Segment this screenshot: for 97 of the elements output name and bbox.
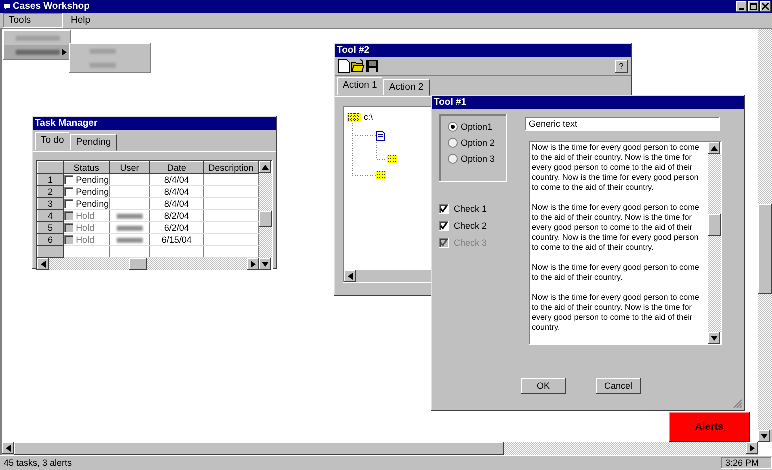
checkbox[interactable]: Check 2 — [439, 221, 507, 231]
radio-button[interactable]: Option 2 — [448, 138, 506, 148]
radio-icon[interactable] — [448, 138, 458, 148]
scroll-left-icon[interactable] — [2, 442, 14, 454]
document-icon[interactable] — [376, 131, 385, 141]
status-text: Pending — [76, 198, 110, 208]
scroll-up-icon[interactable] — [708, 142, 720, 154]
scrollbar-thumb[interactable] — [129, 258, 147, 270]
column-header[interactable]: User — [110, 162, 150, 174]
window-title: Cases Workshop — [13, 1, 90, 12]
status-text: Pending — [76, 186, 110, 196]
blurred-text — [16, 36, 60, 40]
app-icon — [3, 2, 11, 10]
menu-item[interactable]: Help — [66, 14, 126, 27]
date-cell: 8/4/04 — [150, 174, 204, 186]
row-number: 3 — [38, 198, 64, 210]
scroll-right-icon[interactable] — [247, 258, 259, 270]
vertical-scrollbar[interactable] — [259, 161, 272, 270]
paragraph-text: Now is the time for every good person to come to the aid of their country. — [532, 263, 700, 283]
status-text: Hold — [76, 210, 95, 220]
status-text: Hold — [76, 222, 95, 232]
horizontal-scrollbar[interactable] — [0, 442, 758, 455]
horizontal-scrollbar[interactable] — [37, 258, 259, 270]
paragraph-text: Now is the time for every good person to come to the aid of their country. Now is the time for every good person to come to the aid of their country. — [532, 293, 700, 333]
window-title: Task Manager — [33, 117, 276, 130]
scroll-left-icon[interactable] — [344, 270, 356, 282]
radio-button[interactable]: Option 3 — [448, 154, 506, 164]
checkbox[interactable]: Check 1 — [439, 204, 507, 214]
maximize-icon — [750, 3, 757, 10]
checkbox[interactable] — [64, 186, 74, 196]
folder-icon[interactable] — [387, 155, 397, 163]
status-message: 45 tasks, 3 alerts — [3, 458, 72, 468]
scrollbar-thumb[interactable] — [14, 442, 504, 455]
window-title: Tool #2 — [335, 44, 631, 57]
row-number: 2 — [38, 186, 64, 198]
vertical-scrollbar[interactable] — [758, 29, 772, 442]
blurred-text — [16, 50, 60, 54]
blurred-text — [90, 48, 116, 54]
radio-icon[interactable] — [448, 154, 458, 164]
tab[interactable]: Action 2 — [383, 79, 430, 96]
vertical-scrollbar[interactable] — [708, 142, 721, 344]
row-number: 6 — [38, 234, 64, 246]
scroll-up-icon[interactable] — [259, 161, 271, 173]
scrollbar-thumb[interactable] — [758, 204, 772, 294]
new-document-icon[interactable] — [338, 59, 350, 73]
alerts-button[interactable]: Alerts — [669, 412, 750, 442]
status-text: Hold — [76, 234, 95, 244]
open-folder-icon[interactable] — [351, 59, 365, 73]
close-button[interactable] — [760, 1, 771, 12]
tab[interactable]: To do — [35, 132, 70, 151]
menu-item[interactable]: Tools — [3, 13, 63, 28]
checkbox[interactable] — [64, 174, 74, 184]
maximize-button[interactable] — [748, 1, 759, 12]
status-text: Pending — [76, 174, 110, 184]
row-number: 1 — [38, 174, 64, 186]
date-cell: 8/4/04 — [150, 198, 204, 210]
dialog-button[interactable]: Cancel — [596, 378, 641, 394]
dialog-button[interactable]: OK — [521, 378, 566, 394]
scroll-left-icon[interactable] — [37, 258, 49, 270]
paragraph-text: Now is the time for every good person to come to the aid of their country. Now is the time for every good person to come to the aid of their country. Now is the time for every good person to come to the aid of their country. — [532, 203, 700, 253]
window-title: Tool #1 — [432, 96, 744, 109]
column-header[interactable]: Description — [204, 162, 258, 174]
scroll-down-icon[interactable] — [758, 430, 770, 442]
text-input-field[interactable]: Generic text — [525, 117, 720, 131]
scrollbar-thumb[interactable] — [708, 214, 721, 236]
folder-icon[interactable] — [347, 112, 361, 122]
minimize-button[interactable] — [736, 1, 747, 12]
text-area[interactable] — [529, 141, 722, 345]
resize-grip-icon[interactable] — [733, 399, 743, 409]
column-header[interactable]: Status — [64, 162, 110, 174]
row-number: 4 — [38, 210, 64, 222]
scroll-down-icon[interactable] — [259, 258, 271, 270]
paragraph-text: Now is the time for every good person to come to the aid of their country. Now is the time for every good person to come to the aid of their country. Now is the time for every good person to come to the aid of their country. — [532, 143, 700, 193]
column-header[interactable]: Date — [150, 162, 204, 174]
submenu-arrow-icon — [62, 48, 67, 56]
tree-node-label[interactable]: c:\ — [364, 112, 373, 122]
folder-icon[interactable] — [376, 171, 386, 179]
checkbox-icon[interactable] — [439, 204, 449, 214]
scrollbar-thumb[interactable] — [259, 211, 272, 227]
status-time: 3:26 PM — [721, 457, 772, 469]
date-cell: 8/4/04 — [150, 186, 204, 198]
help-button[interactable]: ? — [615, 60, 628, 72]
date-cell: 6/15/04 — [150, 234, 204, 246]
close-icon — [762, 3, 769, 10]
checkbox[interactable] — [64, 198, 74, 208]
radio-button[interactable]: Option1 — [448, 122, 506, 132]
scroll-down-icon[interactable] — [708, 332, 720, 344]
date-cell: 8/2/04 — [150, 210, 204, 222]
blurred-text — [90, 62, 116, 68]
row-number: 5 — [38, 222, 64, 234]
radio-icon[interactable] — [448, 122, 458, 132]
checkbox-icon[interactable] — [439, 221, 449, 231]
date-cell: 6/2/04 — [150, 222, 204, 234]
tab[interactable]: Pending — [70, 134, 118, 151]
tab[interactable]: Action 1 — [337, 77, 384, 96]
scroll-right-icon[interactable] — [746, 442, 758, 454]
save-icon[interactable] — [366, 60, 379, 72]
